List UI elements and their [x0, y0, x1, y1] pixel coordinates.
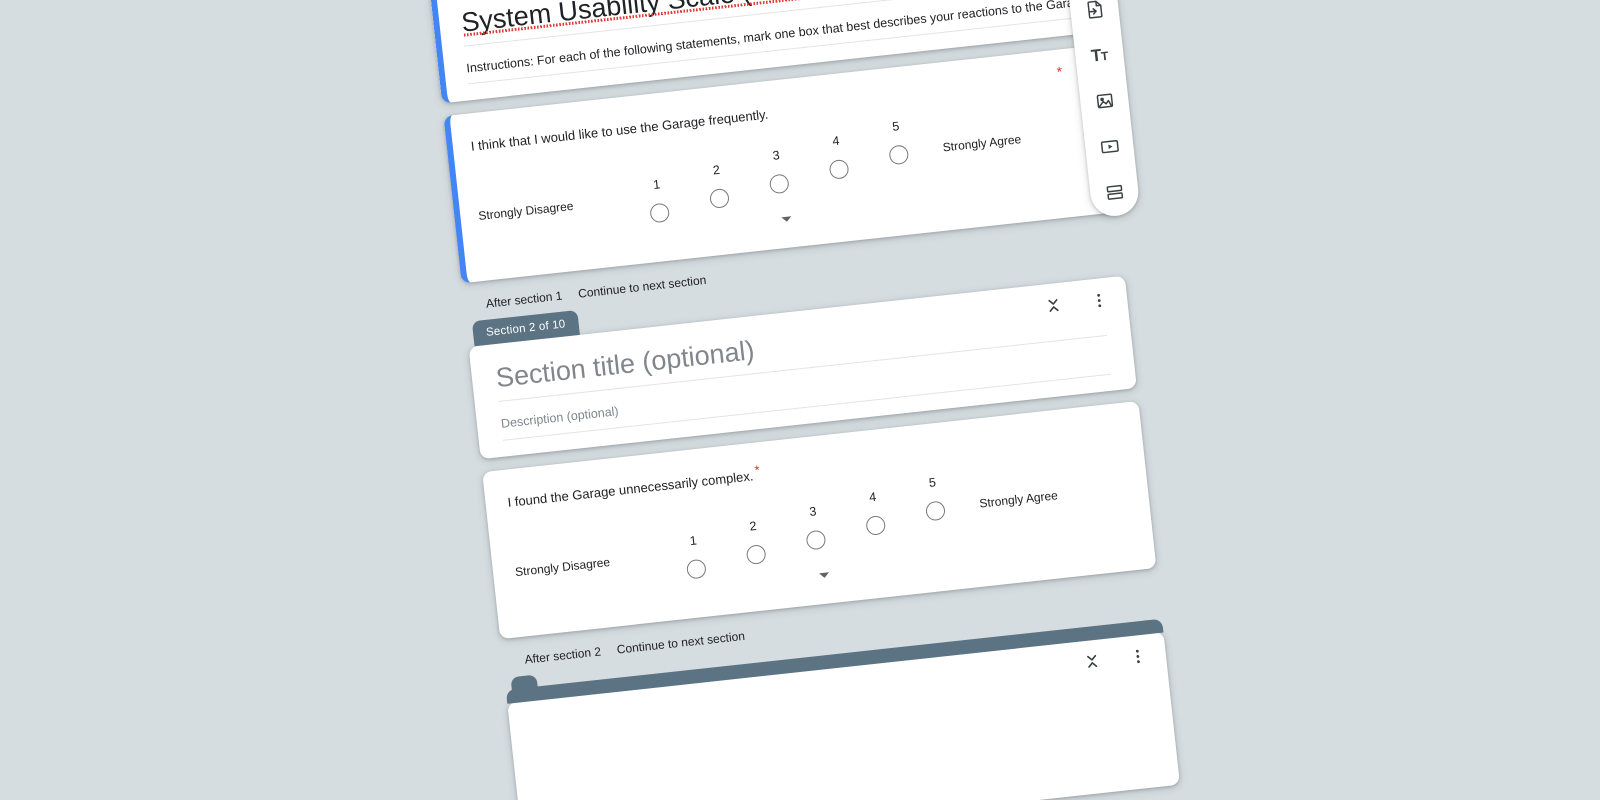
- add-section-icon[interactable]: [1097, 174, 1132, 209]
- section-2-after-section-select[interactable]: Continue to next section: [616, 629, 746, 657]
- section-2-scale-number-4: 4: [868, 489, 877, 505]
- section-1-scale-radio-2[interactable]: [709, 188, 731, 210]
- form-card-stack: Section 1 of 10: [430, 0, 1181, 800]
- section-1-scale-high-label: Strongly Agree: [942, 132, 1022, 155]
- import-questions-icon[interactable]: [1077, 0, 1112, 27]
- section-2-scale-number-1: 1: [689, 533, 698, 549]
- section-1-after-section-label: After section 1: [485, 288, 564, 312]
- add-video-icon[interactable]: [1092, 129, 1127, 164]
- forms-editor-app: Section 1 of 10: [0, 0, 1600, 800]
- section-1-scale-number-2: 2: [712, 163, 721, 178]
- section-3-icon-row: [1081, 645, 1149, 672]
- title-text-glyph: TT: [1090, 45, 1109, 66]
- section-1-scale-number-5: 5: [891, 119, 901, 135]
- section-2-scale-number-3: 3: [808, 504, 818, 519]
- section-1-scale-option-3[interactable]: 3: [743, 130, 812, 213]
- section-2-scale-radio-5[interactable]: [925, 500, 946, 522]
- section-1-scale-number-3: 3: [772, 148, 781, 164]
- section-1-required-marker: *: [1055, 63, 1064, 80]
- section-3-tab[interactable]: [510, 674, 538, 691]
- section-2-scale-option-1[interactable]: 1: [659, 499, 728, 582]
- section-1-scale-option-2[interactable]: 2: [683, 136, 752, 219]
- section-1-scale-number-1: 1: [652, 177, 661, 193]
- section-2-scale-radio-2[interactable]: [745, 544, 767, 565]
- section-1-question-required-star: [769, 101, 771, 116]
- add-image-icon[interactable]: [1087, 83, 1122, 118]
- section-2-scale-option-3[interactable]: 3: [780, 485, 849, 568]
- collapse-section-icon[interactable]: [1081, 650, 1103, 672]
- section-2-scale-number-5: 5: [928, 475, 937, 490]
- expand-caret-icon[interactable]: [819, 572, 830, 579]
- section-2-scale-option-5[interactable]: 5: [901, 472, 970, 555]
- section-2-scale-option-4[interactable]: 4: [841, 479, 910, 562]
- section-2-scale-low-label: Strongly Disagree: [514, 554, 611, 580]
- section-1-after-section-select[interactable]: Continue to next section: [577, 273, 707, 301]
- section-2-scale-high-label: Strongly Agree: [978, 488, 1059, 511]
- more-options-icon[interactable]: [1088, 290, 1110, 312]
- section-2-scale-radio-4[interactable]: [865, 514, 887, 536]
- section-2-scale-radio-3[interactable]: [805, 529, 827, 551]
- section-2-after-section-label: After section 2: [523, 644, 602, 667]
- collapse-section-icon[interactable]: [1043, 295, 1065, 317]
- section-2-question-required-star: *: [753, 461, 761, 478]
- section-1-scale-option-1[interactable]: 1: [622, 143, 691, 226]
- section-2-scale-option-2[interactable]: 2: [719, 492, 788, 575]
- section-1-scale-radio-5[interactable]: [888, 144, 910, 166]
- section-1-scale-option-4[interactable]: 4: [804, 123, 873, 206]
- section-2-scale-radio-1[interactable]: [685, 558, 707, 580]
- section-2-scale-number-2: 2: [748, 518, 758, 534]
- section-1-scale-radio-3[interactable]: [768, 173, 790, 195]
- expand-caret-icon[interactable]: [781, 216, 792, 223]
- section-1-scale-radio-1[interactable]: [649, 202, 671, 224]
- add-title-and-description-icon[interactable]: TT: [1082, 37, 1117, 72]
- more-options-icon[interactable]: [1127, 645, 1149, 667]
- section-1-scale-low-label: Strongly Disagree: [477, 199, 575, 224]
- section-1-scale-number-4: 4: [831, 134, 841, 149]
- section-1-scale-radio-4[interactable]: [828, 159, 850, 181]
- section-1-scale-option-5[interactable]: 5: [865, 117, 934, 200]
